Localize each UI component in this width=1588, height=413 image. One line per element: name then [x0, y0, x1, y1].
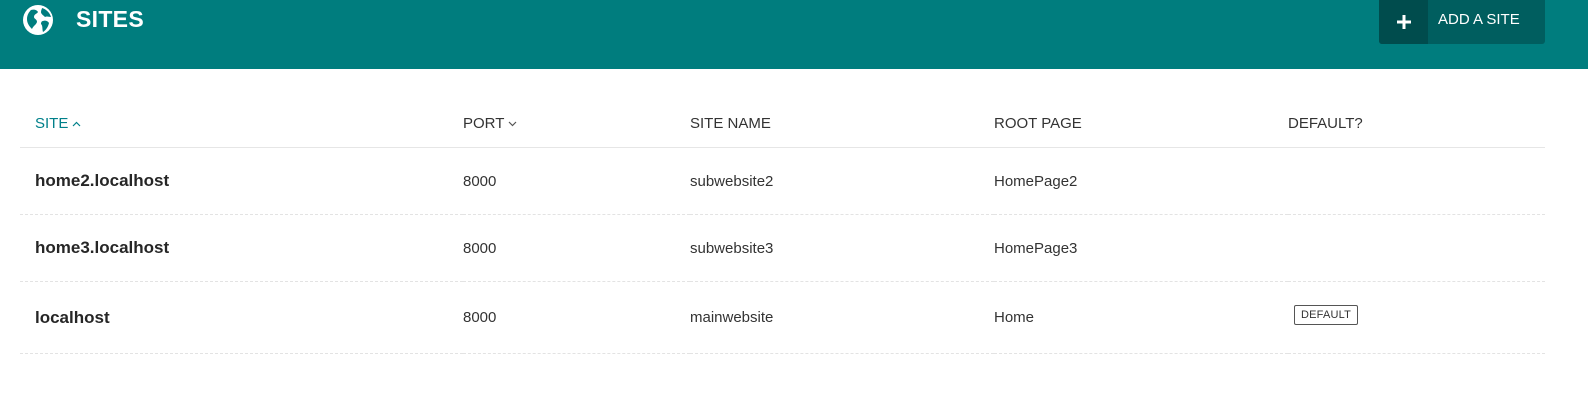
add-site-button-label[interactable]: ADD A SITE	[1428, 0, 1545, 44]
table-row: home3.localhost 8000 subwebsite3 HomePag…	[20, 214, 1545, 282]
column-header-site[interactable]: SITE	[20, 100, 463, 148]
table-row: home2.localhost 8000 subwebsite2 HomePag…	[20, 147, 1545, 215]
site-link[interactable]: home3.localhost	[35, 238, 169, 257]
column-header-port-label[interactable]: PORT	[463, 115, 504, 132]
chevron-up-icon	[72, 119, 81, 130]
chevron-down-icon	[508, 119, 517, 130]
column-header-port[interactable]: PORT	[463, 100, 690, 148]
site-cell[interactable]: localhost	[20, 281, 463, 354]
port-cell: 8000	[463, 147, 690, 215]
root-page-cell: HomePage2	[994, 147, 1288, 215]
default-cell: DEFAULT	[1288, 281, 1545, 354]
site-cell[interactable]: home3.localhost	[20, 214, 463, 282]
root-page-cell: HomePage3	[994, 214, 1288, 282]
default-cell	[1288, 214, 1545, 282]
column-header-default: DEFAULT?	[1288, 100, 1545, 148]
site-name-cell: mainwebsite	[690, 281, 994, 354]
port-cell: 8000	[463, 214, 690, 282]
add-site-button-icon-box[interactable]	[1379, 0, 1428, 44]
column-header-root-page: ROOT PAGE	[994, 100, 1288, 148]
column-header-site-name: SITE NAME	[690, 100, 994, 148]
root-page-cell: Home	[994, 281, 1288, 354]
page-header: SITES ADD A SITE	[0, 0, 1588, 69]
default-badge: DEFAULT	[1294, 304, 1359, 325]
site-cell[interactable]: home2.localhost	[20, 147, 463, 215]
site-name-cell: subwebsite3	[690, 214, 994, 282]
site-link[interactable]: localhost	[35, 308, 110, 327]
table-header-row: SITE PORT SITE NAME ROOT PAGE DEFAULT?	[20, 100, 1545, 148]
add-site-button[interactable]: ADD A SITE	[1379, 0, 1545, 44]
site-name-cell: subwebsite2	[690, 147, 994, 215]
globe-icon	[23, 5, 53, 35]
plus-icon	[1396, 15, 1411, 29]
table-row: localhost 8000 mainwebsite Home DEFAULT	[20, 281, 1545, 354]
site-link[interactable]: home2.localhost	[35, 171, 169, 190]
sites-table: SITE PORT SITE NAME ROOT PAGE DEFAULT? h…	[20, 100, 1545, 354]
page-title: SITES	[76, 6, 144, 32]
column-header-site-label[interactable]: SITE	[35, 115, 68, 132]
port-cell: 8000	[463, 281, 690, 354]
default-cell	[1288, 147, 1545, 215]
